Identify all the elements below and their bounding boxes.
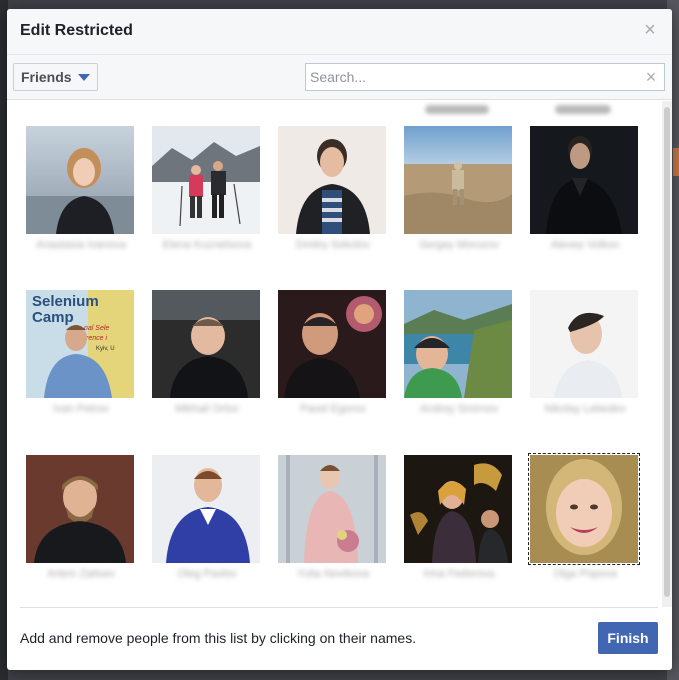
friend-photo-man-with-lamp — [278, 290, 386, 398]
friend-name: Dmitry Sokolov — [296, 239, 370, 251]
dialog-title: Edit Restricted — [20, 22, 133, 39]
previous-row-names — [7, 101, 672, 121]
friend-photo-man-striped-shirt — [278, 126, 386, 234]
friend-photo-man-profile — [530, 290, 638, 398]
grid-scrollbar[interactable] — [662, 101, 672, 607]
search-input[interactable] — [306, 64, 636, 90]
friend-photo-woman-bouquet — [278, 455, 386, 563]
friend-photo-man-in-car — [152, 290, 260, 398]
friend-tile[interactable]: Dmitry Sokolov — [278, 126, 388, 286]
friend-tile[interactable]: Pavel Egorov — [278, 290, 388, 450]
background-accent — [673, 148, 679, 176]
friend-tile-selected[interactable]: Olga Popova — [528, 453, 640, 606]
friend-name: Pavel Egorov — [300, 403, 366, 415]
clear-search-icon[interactable]: × — [642, 67, 660, 87]
friend-name: Anastasia Ivanova — [36, 239, 126, 251]
friends-grid: Anastasia Ivanova Elena Kuznetsova Dmitr… — [7, 101, 672, 606]
svg-text:Selenium: Selenium — [32, 293, 99, 310]
finish-button[interactable]: Finish — [598, 622, 658, 654]
scrollbar-thumb[interactable] — [664, 107, 670, 597]
friend-name: Ivan Petrov — [53, 403, 109, 415]
friend-tile[interactable]: Sergey Morozov — [404, 126, 514, 286]
close-icon[interactable]: × — [642, 20, 658, 40]
friend-name: Artem Zaitsev — [47, 568, 115, 580]
friend-name: Alexey Volkov — [550, 239, 620, 251]
friend-name: Oleg Pavlov — [177, 568, 237, 580]
friend-tile[interactable]: Yulia Novikova — [278, 455, 388, 606]
friends-filter-dropdown[interactable]: Friends — [13, 63, 98, 91]
friend-tile[interactable]: Oleg Pavlov — [152, 455, 262, 606]
friend-photo-blonde-woman — [528, 453, 640, 565]
friend-name: Sergey Morozov — [418, 239, 500, 251]
previous-name-blur — [425, 105, 489, 114]
friend-name: Olga Popova — [553, 568, 617, 580]
friend-name: Mikhail Orlov — [175, 403, 239, 415]
svg-text:Kyiv, U: Kyiv, U — [96, 346, 115, 352]
friend-name: Elena Kuznetsova — [162, 239, 252, 251]
friends-filter-label: Friends — [21, 69, 72, 85]
svg-text:Camp: Camp — [32, 309, 74, 326]
friend-tile[interactable]: Nikolay Lebedev — [530, 290, 640, 450]
footer-hint: Add and remove people from this list by … — [20, 630, 417, 646]
friend-photo-skiers — [152, 126, 260, 234]
svg-text:nal Sele: nal Sele — [84, 325, 109, 332]
friend-tile[interactable]: Artem Zaitsev — [26, 455, 136, 606]
friend-name: Irina Fedorova — [423, 568, 495, 580]
friend-photo-man-dark-background — [530, 126, 638, 234]
svg-text:rence i: rence i — [86, 335, 107, 342]
friend-photo-selenium-camp-speaker: Selenium Camp nal Sele rence i Kyiv, U — [26, 290, 134, 398]
edit-restricted-dialog: Edit Restricted × Friends × — [7, 9, 672, 670]
dialog-toolbar: Friends × — [7, 55, 672, 100]
caret-down-icon — [77, 73, 90, 81]
friend-name: Andrey Smirnov — [419, 403, 499, 415]
friend-photo-bearded-man — [26, 455, 134, 563]
previous-name-blur — [555, 105, 611, 114]
friend-tile[interactable]: Alexey Volkov — [530, 126, 640, 286]
search-box: × — [305, 63, 665, 91]
friend-tile[interactable]: Mikhail Orlov — [152, 290, 262, 450]
dialog-header: Edit Restricted × — [7, 9, 672, 55]
friend-photo-singer-orchestra — [404, 455, 512, 563]
friend-name: Nikolay Lebedev — [544, 403, 626, 415]
friend-photo-woman-by-sea — [26, 126, 134, 234]
friend-name: Yulia Novikova — [296, 568, 370, 580]
friend-tile[interactable]: Anastasia Ivanova — [26, 126, 136, 286]
friend-photo-desert — [404, 126, 512, 234]
friend-tile[interactable]: Andrey Smirnov — [404, 290, 514, 450]
footer-divider — [20, 607, 658, 608]
friend-tile[interactable]: Elena Kuznetsova — [152, 126, 262, 286]
friend-photo-man-blue-blazer — [152, 455, 260, 563]
friend-photo-man-cap-mountains — [404, 290, 512, 398]
friend-tile[interactable]: Selenium Camp nal Sele rence i Kyiv, U I… — [26, 290, 136, 450]
friend-tile[interactable]: Irina Fedorova — [404, 455, 514, 606]
